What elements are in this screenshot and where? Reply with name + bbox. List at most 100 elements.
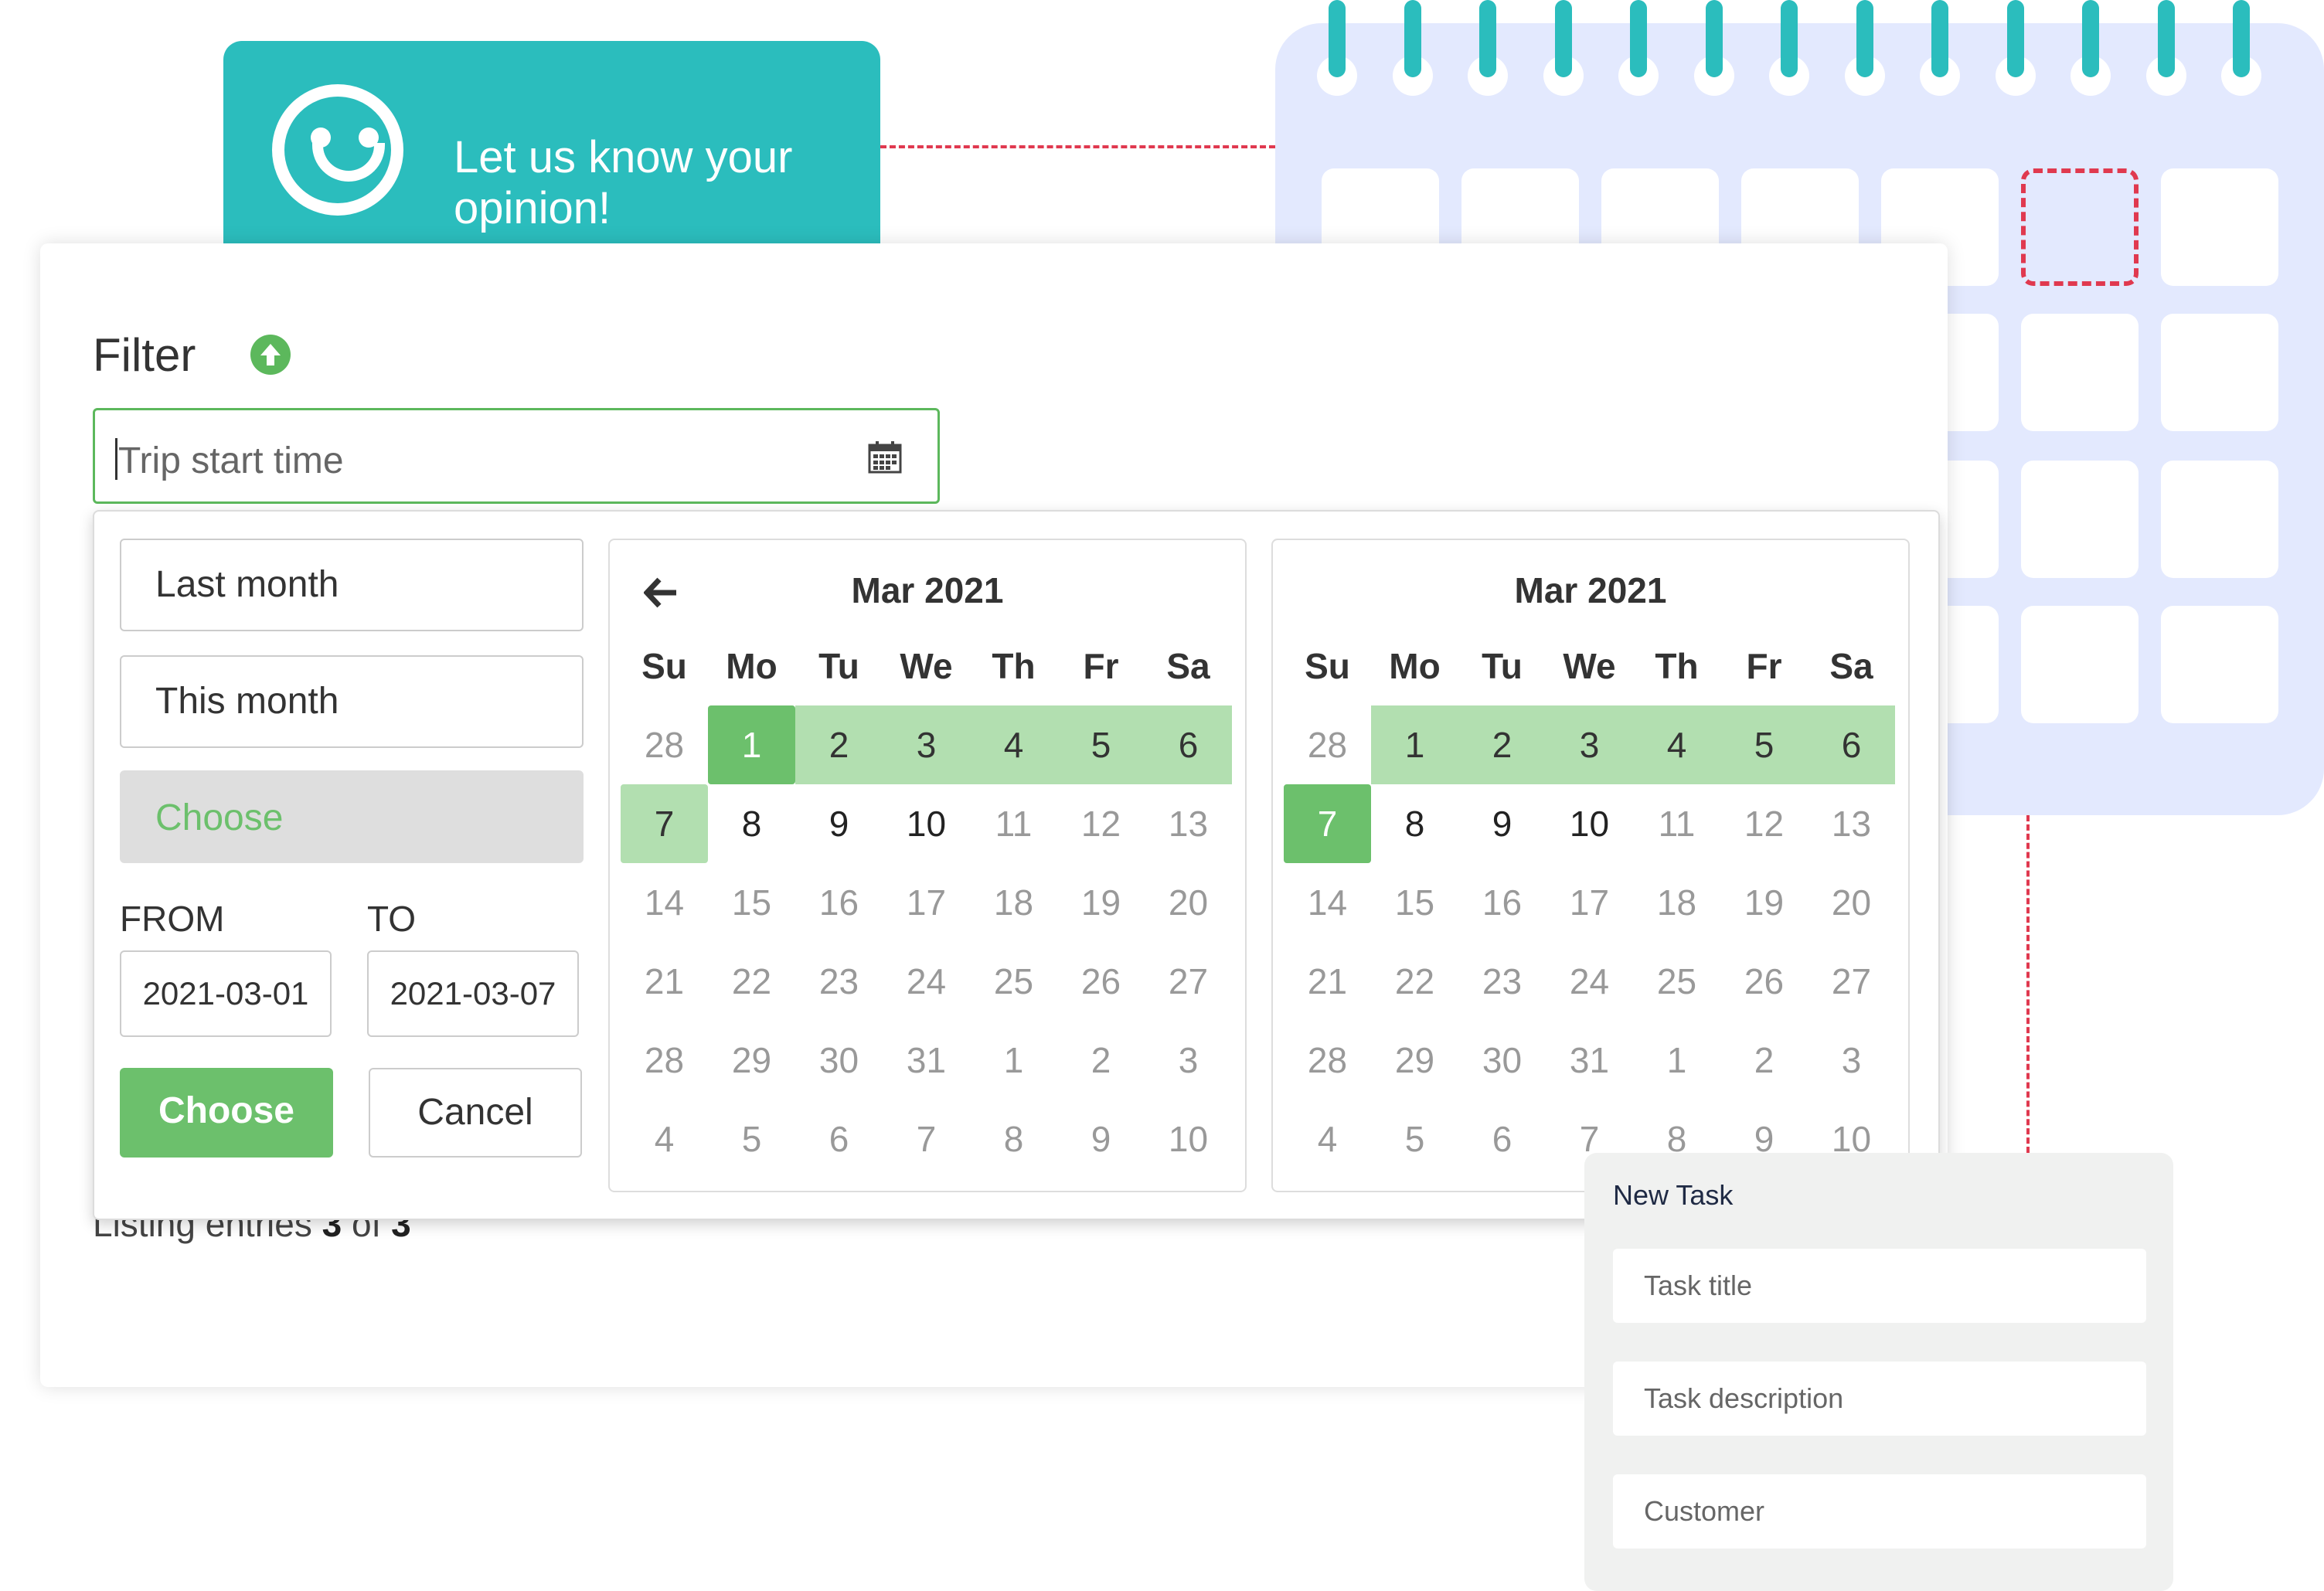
day-cell[interactable]: 16	[795, 863, 883, 942]
day-cell[interactable]: 19	[1057, 863, 1145, 942]
in-range-day-cell[interactable]: 3	[1546, 705, 1633, 784]
day-cell[interactable]: 6	[1458, 1100, 1546, 1178]
day-cell[interactable]: 27	[1808, 942, 1895, 1021]
day-cell[interactable]: 18	[1633, 863, 1720, 942]
selected-day-cell[interactable]: 7	[1284, 784, 1371, 863]
day-cell[interactable]: 25	[1633, 942, 1720, 1021]
day-cell[interactable]: 17	[1546, 863, 1633, 942]
day-cell[interactable]: 1	[1633, 1021, 1720, 1100]
day-cell[interactable]: 23	[1458, 942, 1546, 1021]
day-cell[interactable]: 20	[1145, 863, 1232, 942]
trip-start-time-input[interactable]: Trip start time	[93, 408, 940, 504]
day-cell[interactable]: 24	[883, 942, 970, 1021]
day-cell[interactable]: 8	[708, 784, 795, 863]
day-cell[interactable]: 16	[1458, 863, 1546, 942]
day-cell[interactable]: 21	[1284, 942, 1371, 1021]
from-date-input[interactable]: 2021-03-01	[120, 950, 332, 1037]
in-range-day-cell[interactable]: 2	[1458, 705, 1546, 784]
day-cell[interactable]: 6	[795, 1100, 883, 1178]
smiley-face-icon	[272, 84, 403, 216]
day-cell[interactable]: 8	[970, 1100, 1057, 1178]
day-cell[interactable]: 23	[795, 942, 883, 1021]
cancel-button[interactable]: Cancel	[369, 1068, 582, 1158]
day-cell[interactable]: 11	[1633, 784, 1720, 863]
trip-start-time-placeholder: Trip start time	[118, 440, 344, 481]
day-cell[interactable]: 18	[970, 863, 1057, 942]
apply-button[interactable]: Choose	[120, 1068, 333, 1158]
day-cell[interactable]: 21	[621, 942, 708, 1021]
day-cell[interactable]: 31	[883, 1021, 970, 1100]
day-cell[interactable]: 27	[1145, 942, 1232, 1021]
day-cell[interactable]: 15	[708, 863, 795, 942]
day-cell[interactable]: 10	[883, 784, 970, 863]
day-cell[interactable]: 15	[1371, 863, 1458, 942]
day-cell[interactable]: 17	[883, 863, 970, 942]
range-this-month[interactable]: This month	[120, 655, 584, 748]
day-cell[interactable]: 11	[970, 784, 1057, 863]
selected-day-cell[interactable]: 1	[708, 705, 795, 784]
day-cell[interactable]: 26	[1720, 942, 1808, 1021]
day-cell[interactable]: 8	[1371, 784, 1458, 863]
binder-pin	[1630, 0, 1647, 77]
day-cell[interactable]: 5	[1371, 1100, 1458, 1178]
day-cell[interactable]: 5	[708, 1100, 795, 1178]
day-cell[interactable]: 28	[1284, 705, 1371, 784]
in-range-day-cell[interactable]: 5	[1057, 705, 1145, 784]
day-cell[interactable]: 29	[1371, 1021, 1458, 1100]
day-cell[interactable]: 20	[1808, 863, 1895, 942]
in-range-day-cell[interactable]: 6	[1145, 705, 1232, 784]
day-cell[interactable]: 24	[1546, 942, 1633, 1021]
day-cell[interactable]: 1	[970, 1021, 1057, 1100]
day-cell[interactable]: 13	[1808, 784, 1895, 863]
day-cell[interactable]: 12	[1057, 784, 1145, 863]
range-choose[interactable]: Choose	[120, 770, 584, 863]
day-cell[interactable]: 19	[1720, 863, 1808, 942]
in-range-day-cell[interactable]: 1	[1371, 705, 1458, 784]
day-cell[interactable]: 4	[1284, 1100, 1371, 1178]
task-description-field[interactable]: Task description	[1613, 1362, 2146, 1436]
day-cell[interactable]: 29	[708, 1021, 795, 1100]
task-title-field[interactable]: Task title	[1613, 1249, 2146, 1323]
day-cell[interactable]: 3	[1145, 1021, 1232, 1100]
to-date-input[interactable]: 2021-03-07	[367, 950, 579, 1037]
day-cell[interactable]: 28	[621, 705, 708, 784]
in-range-day-cell[interactable]: 7	[621, 784, 708, 863]
day-cell[interactable]: 30	[795, 1021, 883, 1100]
in-range-day-cell[interactable]: 4	[1633, 705, 1720, 784]
in-range-day-cell[interactable]: 2	[795, 705, 883, 784]
day-cell[interactable]: 26	[1057, 942, 1145, 1021]
binder-pin	[2157, 0, 2175, 77]
day-cell[interactable]: 13	[1145, 784, 1232, 863]
day-cell[interactable]: 22	[1371, 942, 1458, 1021]
day-cell[interactable]: 28	[1284, 1021, 1371, 1100]
day-cell[interactable]: 30	[1458, 1021, 1546, 1100]
customer-field[interactable]: Customer	[1613, 1474, 2146, 1549]
day-cell[interactable]: 22	[708, 942, 795, 1021]
binder-pin	[1781, 0, 1798, 77]
day-cell[interactable]: 9	[795, 784, 883, 863]
day-cell[interactable]: 14	[1284, 863, 1371, 942]
in-range-day-cell[interactable]: 3	[883, 705, 970, 784]
range-last-month[interactable]: Last month	[120, 539, 584, 631]
day-cell[interactable]: 9	[1458, 784, 1546, 863]
binder-pin	[1931, 0, 1948, 77]
feedback-banner[interactable]: Let us know your opinion!	[223, 41, 880, 273]
in-range-day-cell[interactable]: 6	[1808, 705, 1895, 784]
day-cell[interactable]: 12	[1720, 784, 1808, 863]
day-cell[interactable]: 3	[1808, 1021, 1895, 1100]
in-range-day-cell[interactable]: 5	[1720, 705, 1808, 784]
day-cell[interactable]: 10	[1546, 784, 1633, 863]
day-cell[interactable]: 10	[1145, 1100, 1232, 1178]
day-cell[interactable]: 28	[621, 1021, 708, 1100]
calendar-icon[interactable]	[868, 441, 902, 474]
in-range-day-cell[interactable]: 4	[970, 705, 1057, 784]
day-cell[interactable]: 7	[883, 1100, 970, 1178]
day-cell[interactable]: 25	[970, 942, 1057, 1021]
arrow-up-circle-icon[interactable]	[250, 335, 291, 375]
day-cell[interactable]: 2	[1720, 1021, 1808, 1100]
day-cell[interactable]: 4	[621, 1100, 708, 1178]
day-cell[interactable]: 2	[1057, 1021, 1145, 1100]
day-cell[interactable]: 9	[1057, 1100, 1145, 1178]
day-cell[interactable]: 14	[621, 863, 708, 942]
day-cell[interactable]: 31	[1546, 1021, 1633, 1100]
